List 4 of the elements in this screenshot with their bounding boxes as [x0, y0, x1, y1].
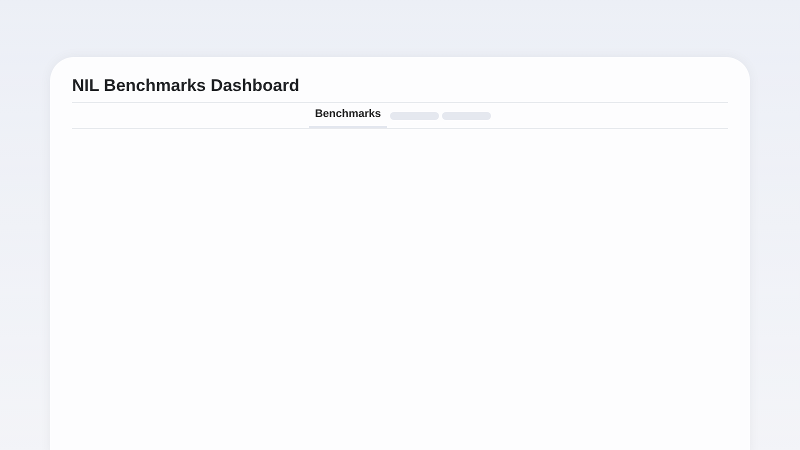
dashboard-title: NIL Benchmarks Dashboard — [72, 75, 300, 97]
tab[interactable]: Benchmarks — [308, 103, 388, 128]
tab-placeholder[interactable] — [442, 112, 492, 120]
tab-placeholder[interactable] — [390, 112, 440, 120]
